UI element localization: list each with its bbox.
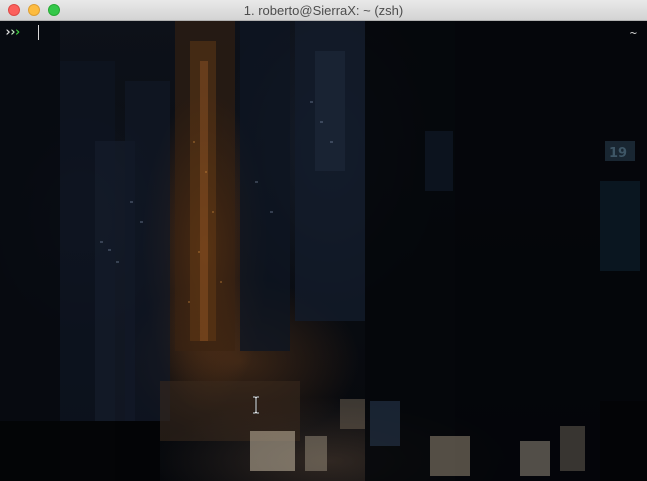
- window-title: 1. roberto@SierraX: ~ (zsh): [243, 3, 404, 18]
- terminal-body[interactable]: 19 ››› ~: [0, 21, 647, 481]
- current-directory: ~: [629, 26, 637, 40]
- title-bar[interactable]: 1. roberto@SierraX: ~ (zsh): [0, 0, 647, 21]
- background-wallpaper: 19: [0, 21, 647, 481]
- svg-text:19: 19: [609, 146, 627, 161]
- prompt-chevron: ›: [13, 25, 22, 40]
- shell-prompt: ›››: [4, 25, 22, 42]
- terminal-window: 1. roberto@SierraX: ~ (zsh) 19 ››› ~: [0, 0, 647, 481]
- i-beam-cursor-icon: [253, 396, 259, 414]
- text-cursor: [38, 25, 39, 40]
